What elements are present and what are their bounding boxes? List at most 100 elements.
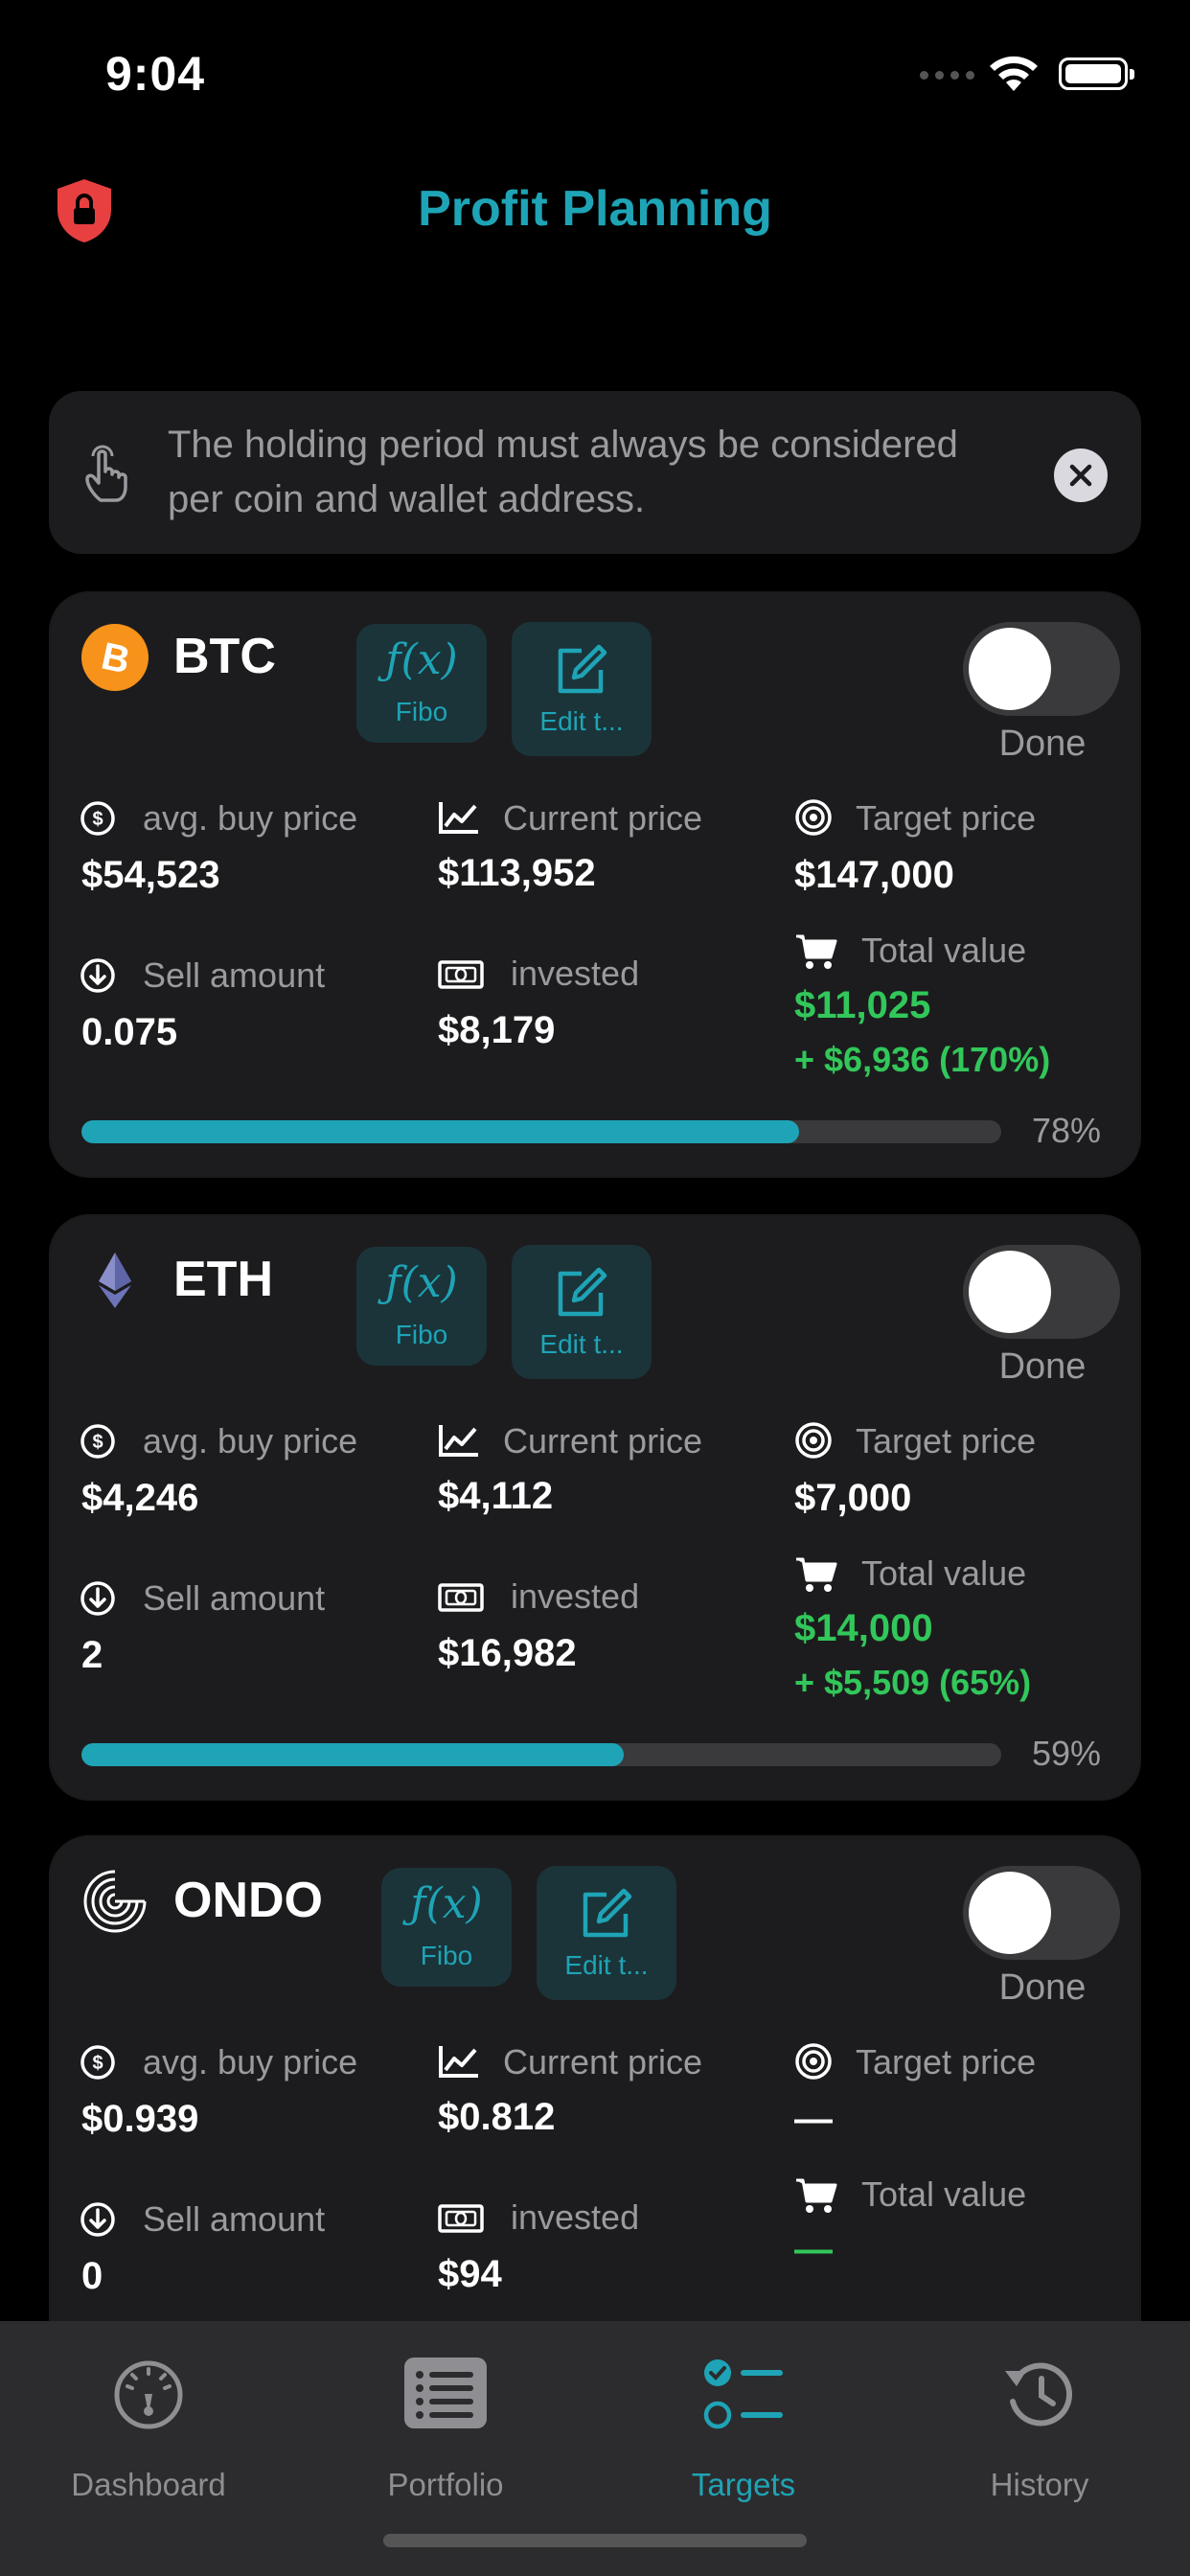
edit-target-button[interactable]: Edit t... <box>537 1866 676 2000</box>
banknote-icon <box>438 2203 484 2239</box>
target-icon <box>794 1421 833 1464</box>
tab-label: History <box>990 2467 1089 2502</box>
done-label: Done <box>998 1967 1087 2008</box>
target-price-label: Target price <box>856 1421 1037 1460</box>
svg-text:$: $ <box>92 809 103 830</box>
target-price-value: $147,000 <box>794 854 954 896</box>
tab-label: Dashboard <box>71 2467 226 2502</box>
progress-fill <box>81 1743 625 1766</box>
clock-history-icon <box>1005 2362 1073 2426</box>
close-icon <box>1069 464 1092 487</box>
ondo-icon <box>81 1868 149 1935</box>
invested-label: invested <box>511 1576 640 1616</box>
cart-icon <box>794 1555 838 1598</box>
function-icon: ƒ(x) <box>410 1879 483 1928</box>
arrow-down-circle-icon <box>80 1580 116 1622</box>
progress-bar <box>81 1743 1001 1766</box>
total-value-value: — <box>794 2228 833 2270</box>
tab-portfolio[interactable]: Portfolio <box>326 2344 565 2507</box>
invested-value: $94 <box>438 2253 502 2295</box>
current-price-value: $4,112 <box>438 1475 554 1517</box>
total-value-label: Total value <box>861 931 1027 970</box>
bitcoin-icon: B <box>81 624 149 691</box>
done-toggle[interactable] <box>963 1866 1120 1960</box>
sell-amount-label: Sell amount <box>143 1578 326 1618</box>
done-toggle[interactable] <box>963 1245 1120 1339</box>
fibo-label: Fibo <box>420 1941 473 1970</box>
edit-label: Edit t... <box>539 1329 624 1359</box>
cart-icon <box>794 932 838 976</box>
done-toggle[interactable] <box>963 622 1120 716</box>
gauge-icon <box>114 2360 183 2429</box>
progress-bar <box>81 1120 1001 1143</box>
function-icon: ƒ(x) <box>385 635 458 684</box>
sell-amount-value: 0 <box>81 2255 103 2297</box>
chart-icon <box>438 800 480 840</box>
list-icon <box>404 2358 487 2428</box>
edit-label: Edit t... <box>539 706 624 736</box>
current-price-label: Current price <box>503 2042 703 2082</box>
progress-percent: 78% <box>1032 1111 1102 1150</box>
current-price-value: $113,952 <box>438 852 596 894</box>
home-indicator <box>383 2534 807 2547</box>
dollar-icon: $ <box>80 800 116 841</box>
arrow-down-circle-icon <box>80 2201 116 2242</box>
avg-buy-value: $54,523 <box>81 854 220 896</box>
edit-icon <box>558 1267 607 1317</box>
signal-dots-icon <box>920 71 974 80</box>
coin-symbol: BTC <box>173 629 276 684</box>
edit-icon <box>583 1888 632 1938</box>
fibo-button[interactable]: ƒ(x) Fibo <box>356 624 487 743</box>
close-tip-button[interactable] <box>1054 448 1108 502</box>
tab-targets[interactable]: Targets <box>624 2344 863 2507</box>
toggle-knob <box>969 1872 1051 1954</box>
target-price-value: — <box>794 2098 833 2140</box>
chart-icon <box>438 2044 480 2083</box>
avg-buy-label: avg. buy price <box>143 2042 358 2082</box>
target-icon <box>794 798 833 841</box>
progress-percent: 59% <box>1032 1734 1102 1773</box>
current-price-label: Current price <box>503 1421 703 1460</box>
function-icon: ƒ(x) <box>385 1258 458 1307</box>
edit-target-button[interactable]: Edit t... <box>512 622 652 756</box>
tab-dashboard[interactable]: Dashboard <box>29 2344 268 2507</box>
fibo-label: Fibo <box>395 1320 448 1349</box>
invested-label: invested <box>511 954 640 993</box>
progress-fill <box>81 1120 799 1143</box>
avg-buy-label: avg. buy price <box>143 798 358 838</box>
target-price-label: Target price <box>856 798 1037 838</box>
profit-value: + $6,936 (170%) <box>794 1040 1051 1079</box>
sell-amount-value: 0.075 <box>81 1011 178 1053</box>
fibo-label: Fibo <box>395 697 448 726</box>
edit-icon <box>558 644 607 694</box>
target-price-label: Target price <box>856 2042 1037 2082</box>
total-value-value: $14,000 <box>794 1607 933 1649</box>
status-bar: 9:04 <box>0 0 1190 144</box>
cart-icon <box>794 2176 838 2220</box>
coin-symbol: ETH <box>173 1252 273 1307</box>
coin-card-eth: ETH ƒ(x) Fibo Edit t... Done $ avg. buy price $… <box>49 1214 1141 1801</box>
done-label: Done <box>998 724 1087 764</box>
chart-icon <box>438 1423 480 1462</box>
page-title: Profit Planning <box>418 181 772 237</box>
tab-history[interactable]: History <box>920 2344 1159 2507</box>
sell-amount-label: Sell amount <box>143 955 326 995</box>
banknote-icon <box>438 959 484 995</box>
profit-value: + $5,509 (65%) <box>794 1663 1032 1702</box>
avg-buy-value: $0.939 <box>81 2098 199 2140</box>
tip-text: The holding period must always be consid… <box>168 424 958 520</box>
target-price-value: $7,000 <box>794 1477 912 1519</box>
ethereum-icon <box>81 1247 149 1314</box>
sell-amount-value: 2 <box>81 1634 103 1676</box>
total-value-label: Total value <box>861 2174 1027 2214</box>
tab-label: Portfolio <box>387 2467 504 2502</box>
sell-amount-label: Sell amount <box>143 2199 326 2239</box>
edit-target-button[interactable]: Edit t... <box>512 1245 652 1379</box>
coin-symbol: ONDO <box>173 1873 323 1928</box>
fibo-button[interactable]: ƒ(x) Fibo <box>381 1868 512 1987</box>
avg-buy-label: avg. buy price <box>143 1421 358 1460</box>
dollar-icon: $ <box>80 1423 116 1464</box>
status-time: 9:04 <box>105 47 206 101</box>
fibo-button[interactable]: ƒ(x) Fibo <box>356 1247 487 1366</box>
invested-value: $16,982 <box>438 1632 577 1674</box>
